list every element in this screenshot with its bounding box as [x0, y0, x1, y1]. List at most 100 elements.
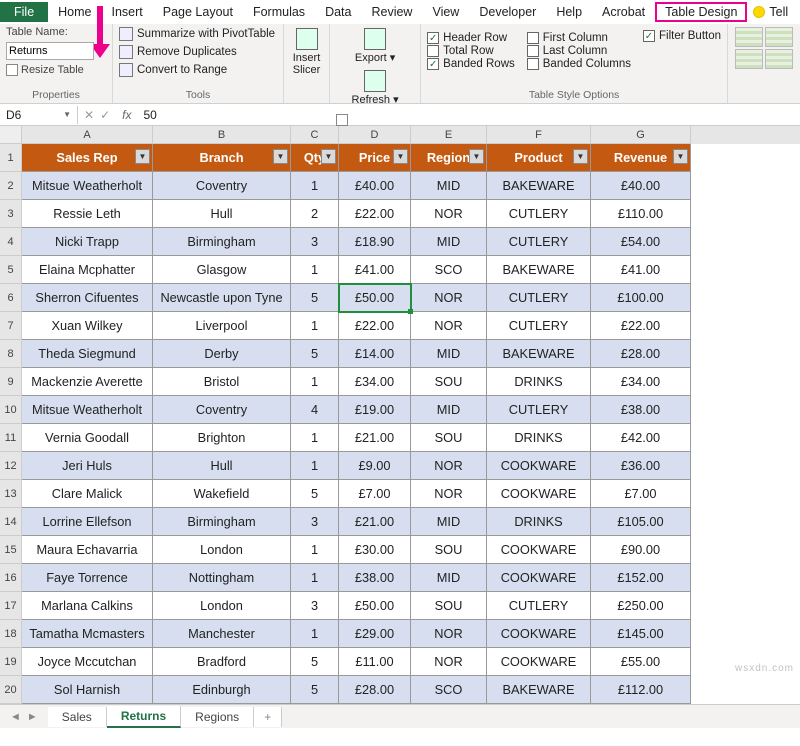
cell[interactable]: 2 [291, 200, 339, 228]
cell[interactable]: Mitsue Weatherholt [22, 172, 153, 200]
header-row-checkbox[interactable]: Header Row [427, 32, 515, 44]
cell[interactable]: £90.00 [591, 536, 691, 564]
cell[interactable]: Bristol [153, 368, 291, 396]
header-branch[interactable]: Branch▼ [153, 144, 291, 172]
cell[interactable]: 1 [291, 368, 339, 396]
row-header[interactable]: 6 [0, 284, 22, 312]
cell[interactable]: Marlana Calkins [22, 592, 153, 620]
total-row-checkbox[interactable]: Total Row [427, 45, 515, 57]
cell[interactable]: £21.00 [339, 424, 411, 452]
header-region[interactable]: Region▼ [411, 144, 487, 172]
cell[interactable]: £112.00 [591, 676, 691, 704]
cell[interactable]: £18.90 [339, 228, 411, 256]
cell[interactable]: MID [411, 508, 487, 536]
row-header[interactable]: 3 [0, 200, 22, 228]
cell[interactable]: Manchester [153, 620, 291, 648]
cell[interactable]: Lorrine Ellefson [22, 508, 153, 536]
cell[interactable]: NOR [411, 480, 487, 508]
row-header[interactable]: 8 [0, 340, 22, 368]
col-header-D[interactable]: D [339, 126, 411, 144]
cell[interactable]: Edinburgh [153, 676, 291, 704]
header-revenue[interactable]: Revenue▼ [591, 144, 691, 172]
cell[interactable]: DRINKS [487, 424, 591, 452]
cell[interactable]: £7.00 [591, 480, 691, 508]
tab-data[interactable]: Data [315, 2, 361, 22]
cell[interactable]: £7.00 [339, 480, 411, 508]
banded-cols-checkbox[interactable]: Banded Columns [527, 58, 631, 70]
row-header[interactable]: 18 [0, 620, 22, 648]
row-header[interactable]: 5 [0, 256, 22, 284]
row-header[interactable]: 13 [0, 480, 22, 508]
cell[interactable]: £55.00 [591, 648, 691, 676]
cell[interactable]: £38.00 [591, 396, 691, 424]
cell[interactable]: £50.00 [339, 284, 411, 312]
accept-icon[interactable]: ✓ [100, 108, 110, 122]
cell[interactable]: £34.00 [339, 368, 411, 396]
cell[interactable]: NOR [411, 200, 487, 228]
name-box[interactable]: D6 ▼ [0, 106, 78, 124]
cell[interactable]: NOR [411, 312, 487, 340]
cell[interactable]: £34.00 [591, 368, 691, 396]
cell[interactable]: 1 [291, 424, 339, 452]
col-header-G[interactable]: G [591, 126, 691, 144]
cell[interactable]: 1 [291, 536, 339, 564]
table-style[interactable] [765, 49, 793, 69]
cell[interactable]: Wakefield [153, 480, 291, 508]
sheet-tab-sales[interactable]: Sales [48, 707, 107, 727]
cell[interactable]: SOU [411, 592, 487, 620]
cell[interactable]: £22.00 [339, 312, 411, 340]
cell[interactable]: £105.00 [591, 508, 691, 536]
cell[interactable]: DRINKS [487, 508, 591, 536]
tab-page-layout[interactable]: Page Layout [153, 2, 243, 22]
cell[interactable]: CUTLERY [487, 592, 591, 620]
first-col-checkbox[interactable]: First Column [527, 32, 631, 44]
cell[interactable]: Derby [153, 340, 291, 368]
cell[interactable]: BAKEWARE [487, 256, 591, 284]
cell[interactable]: 1 [291, 312, 339, 340]
cell[interactable]: SOU [411, 536, 487, 564]
cell[interactable]: SOU [411, 424, 487, 452]
cell[interactable]: SOU [411, 368, 487, 396]
cell[interactable]: Jeri Huls [22, 452, 153, 480]
cell[interactable]: Ressie Leth [22, 200, 153, 228]
cell[interactable]: COOKWARE [487, 452, 591, 480]
cell[interactable]: CUTLERY [487, 396, 591, 424]
cell[interactable]: MID [411, 564, 487, 592]
nav-prev-icon[interactable]: ◄ [10, 711, 21, 723]
table-style[interactable] [765, 27, 793, 47]
cell[interactable]: Elaina Mcphatter [22, 256, 153, 284]
tab-table-design[interactable]: Table Design [655, 2, 747, 22]
cell[interactable]: £28.00 [591, 340, 691, 368]
cell[interactable]: COOKWARE [487, 620, 591, 648]
row-header[interactable]: 7 [0, 312, 22, 340]
tab-file[interactable]: File [0, 2, 48, 22]
cell[interactable]: £50.00 [339, 592, 411, 620]
row-header[interactable]: 1 [0, 144, 22, 172]
filter-button-checkbox[interactable]: Filter Button [643, 30, 721, 42]
row-header[interactable]: 11 [0, 424, 22, 452]
cell[interactable]: 5 [291, 340, 339, 368]
cell[interactable]: COOKWARE [487, 648, 591, 676]
cell[interactable]: BAKEWARE [487, 340, 591, 368]
row-header[interactable]: 20 [0, 676, 22, 704]
filter-dropdown-icon[interactable]: ▼ [393, 149, 408, 164]
cell[interactable]: £54.00 [591, 228, 691, 256]
row-header[interactable]: 19 [0, 648, 22, 676]
cell[interactable]: £36.00 [591, 452, 691, 480]
insert-slicer-button[interactable]: Insert Slicer [290, 26, 323, 78]
tell-me[interactable]: Tell [747, 2, 794, 22]
cell[interactable]: £110.00 [591, 200, 691, 228]
cell[interactable]: CUTLERY [487, 228, 591, 256]
tab-review[interactable]: Review [361, 2, 422, 22]
table-style[interactable] [735, 27, 763, 47]
cell[interactable]: Faye Torrence [22, 564, 153, 592]
cell[interactable]: Hull [153, 452, 291, 480]
row-header[interactable]: 17 [0, 592, 22, 620]
cell[interactable]: Clare Malick [22, 480, 153, 508]
last-col-checkbox[interactable]: Last Column [527, 45, 631, 57]
cell[interactable]: Tamatha Mcmasters [22, 620, 153, 648]
tab-home[interactable]: Home [48, 2, 101, 22]
cell[interactable]: London [153, 592, 291, 620]
cell[interactable]: £28.00 [339, 676, 411, 704]
row-header[interactable]: 14 [0, 508, 22, 536]
